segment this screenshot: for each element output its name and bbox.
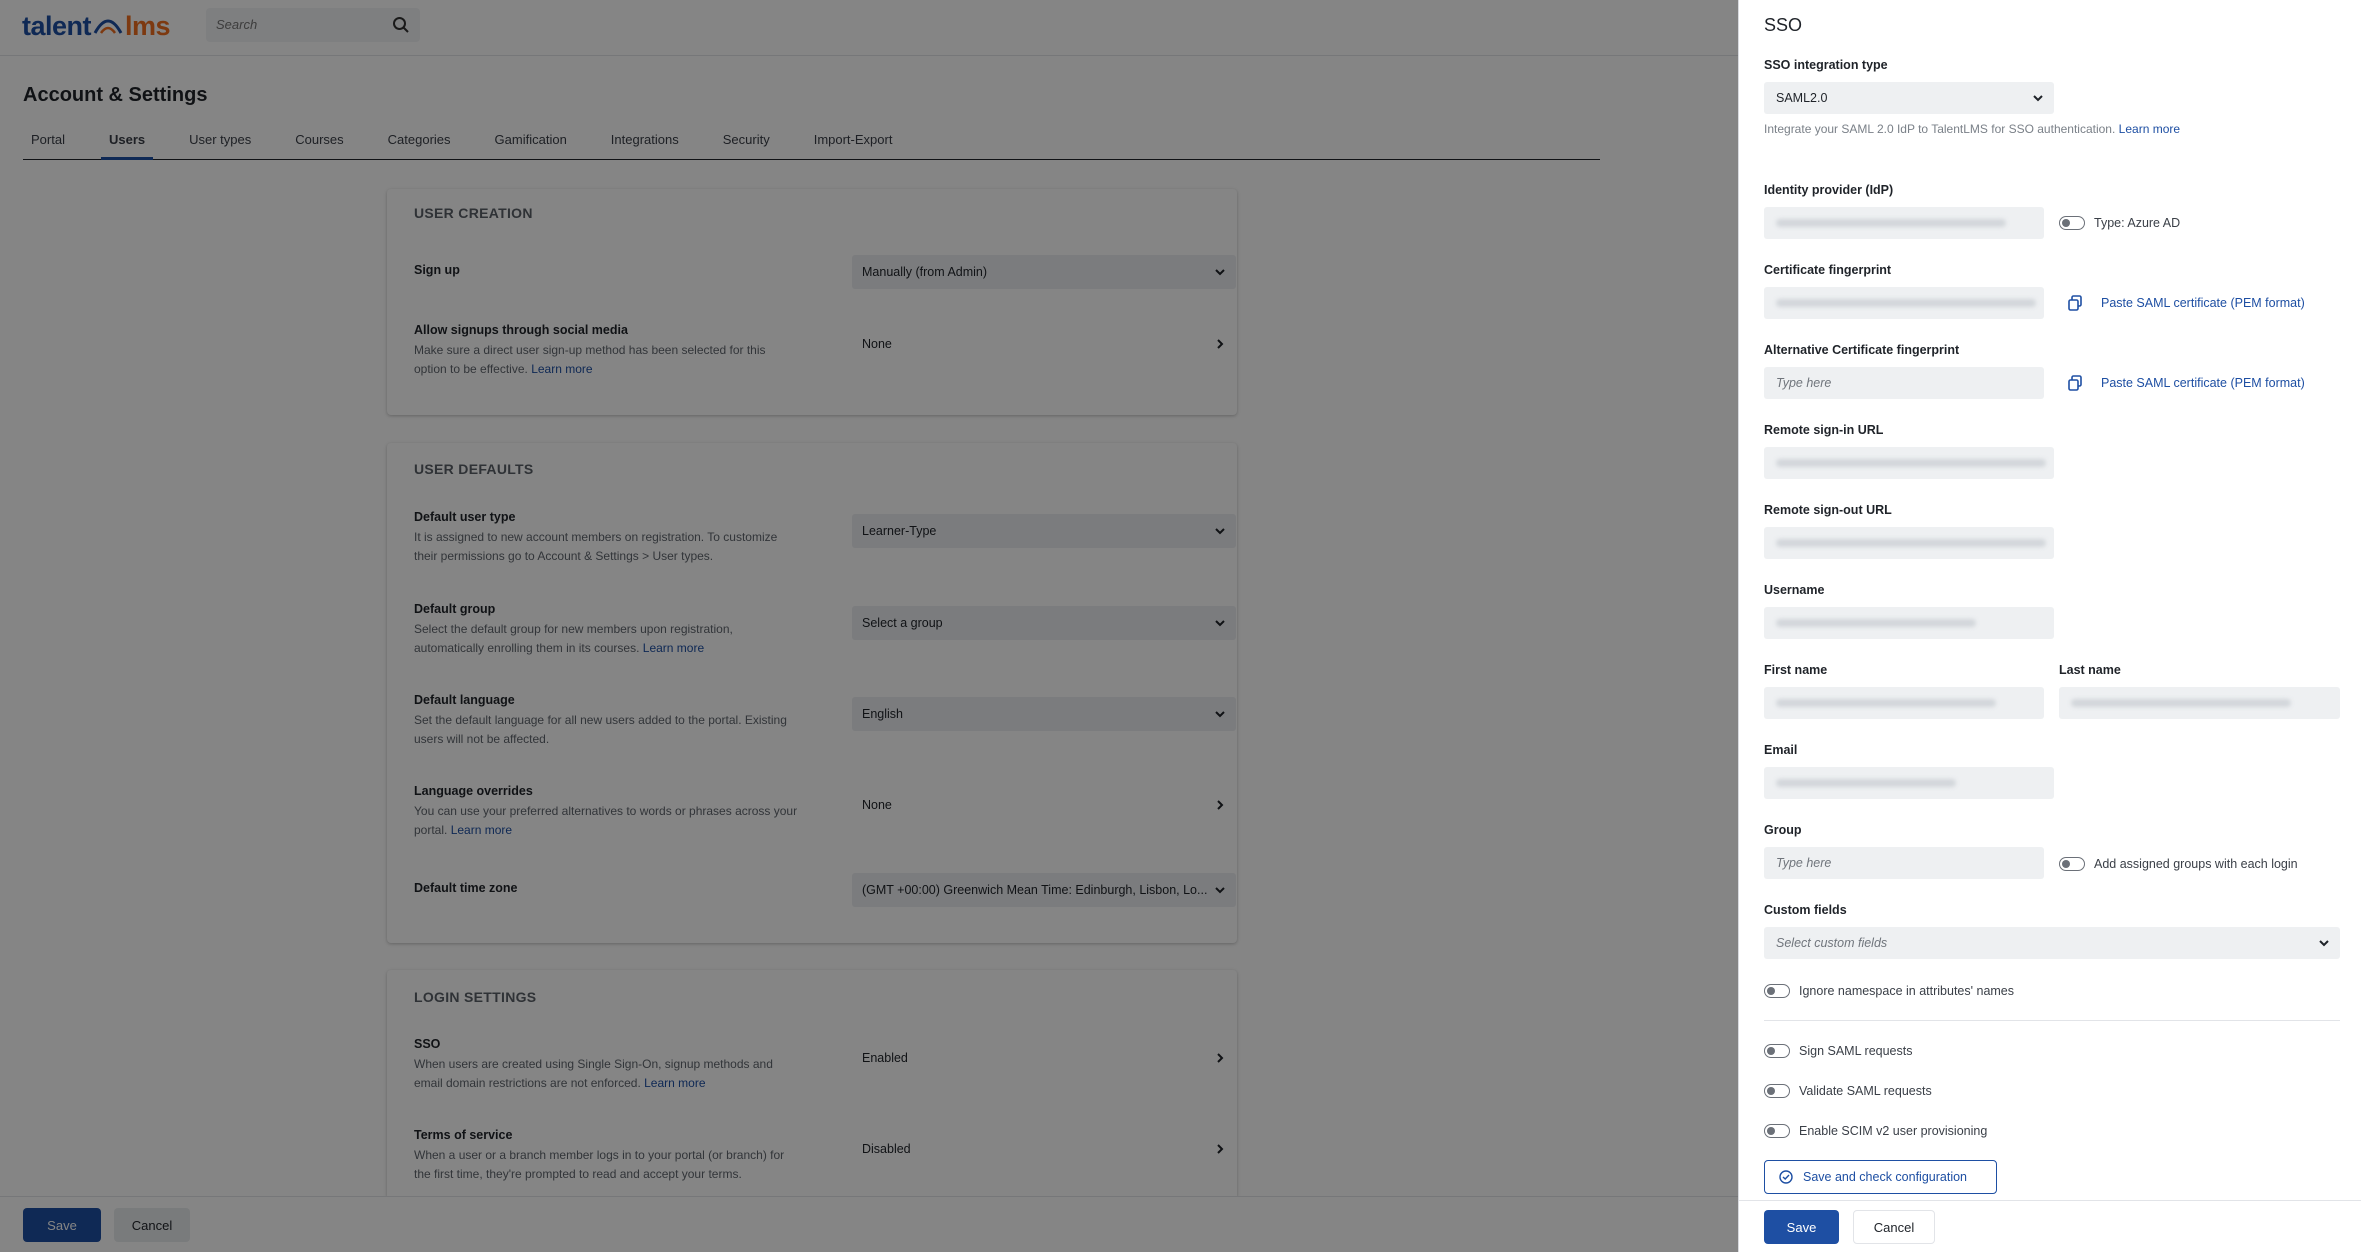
sign-saml-toggle[interactable] [1764, 1044, 1790, 1058]
ignore-namespace-toggle[interactable] [1764, 984, 1790, 998]
assigned-groups-toggle-label: Add assigned groups with each login [2094, 857, 2298, 871]
sso-drawer: SSO SSO integration type SAML2.0 Integra… [1738, 0, 2361, 1252]
chevron-down-icon [2033, 95, 2043, 102]
signout-url-label: Remote sign-out URL [1764, 503, 1892, 517]
lastname-label: Last name [2059, 663, 2121, 677]
signin-url-input[interactable] [1764, 447, 2054, 479]
paste-certificate-link[interactable]: Paste SAML certificate (PEM format) [2101, 296, 2305, 310]
group-label: Group [1764, 823, 1802, 837]
idp-input[interactable] [1764, 207, 2044, 239]
modal-backdrop[interactable] [0, 0, 1738, 1252]
idp-label: Identity provider (IdP) [1764, 183, 1894, 197]
paste-icon[interactable] [2067, 295, 2083, 311]
group-input[interactable]: Type here [1764, 847, 2044, 879]
certificate-input[interactable] [1764, 287, 2044, 319]
redacted-value [1776, 539, 2046, 547]
redacted-value [1776, 219, 2006, 227]
scim-toggle[interactable] [1764, 1124, 1790, 1138]
firstname-input[interactable] [1764, 687, 2044, 719]
drawer-save-button[interactable]: Save [1764, 1210, 1839, 1244]
drawer-cancel-button[interactable]: Cancel [1853, 1210, 1935, 1244]
redacted-value [2071, 699, 2291, 707]
azure-ad-toggle[interactable] [2059, 216, 2085, 230]
learn-more-link[interactable]: Learn more [2119, 122, 2180, 136]
firstname-label: First name [1764, 663, 1828, 677]
redacted-value [1776, 299, 2036, 307]
lastname-input[interactable] [2059, 687, 2340, 719]
scim-label: Enable SCIM v2 user provisioning [1799, 1124, 1988, 1138]
signin-url-label: Remote sign-in URL [1764, 423, 1884, 437]
save-and-check-button[interactable]: Save and check configuration [1764, 1160, 1997, 1194]
drawer-title: SSO [1764, 15, 1803, 35]
redacted-value [1776, 699, 1996, 707]
sign-saml-label: Sign SAML requests [1799, 1044, 1913, 1058]
save-and-check-label: Save and check configuration [1803, 1170, 1967, 1184]
username-label: Username [1764, 583, 1825, 597]
redacted-value [1776, 459, 2046, 467]
alt-certificate-label: Alternative Certificate fingerprint [1764, 343, 1960, 357]
azure-ad-toggle-label: Type: Azure AD [2094, 216, 2181, 230]
email-input[interactable] [1764, 767, 2054, 799]
paste-icon[interactable] [2067, 375, 2083, 391]
validate-saml-toggle[interactable] [1764, 1084, 1790, 1098]
email-label: Email [1764, 743, 1798, 757]
custom-fields-placeholder: Select custom fields [1776, 936, 1888, 950]
check-circle-icon [1779, 1170, 1793, 1184]
custom-fields-label: Custom fields [1764, 903, 1847, 917]
certificate-label: Certificate fingerprint [1764, 263, 1892, 277]
redacted-value [1776, 779, 1956, 787]
validate-saml-label: Validate SAML requests [1799, 1084, 1932, 1098]
integration-type-value: SAML2.0 [1776, 91, 1828, 105]
integration-type-label: SSO integration type [1764, 58, 1888, 72]
divider [1764, 1020, 2340, 1021]
signout-url-input[interactable] [1764, 527, 2054, 559]
drawer-footer: Save Cancel [1739, 1200, 2361, 1252]
alt-certificate-input[interactable]: Type here [1764, 367, 2044, 399]
custom-fields-select[interactable]: Select custom fields [1764, 927, 2340, 959]
ignore-namespace-label: Ignore namespace in attributes' names [1799, 984, 2015, 998]
chevron-down-icon [2319, 940, 2329, 947]
redacted-value [1776, 619, 1976, 627]
assigned-groups-toggle[interactable] [2059, 857, 2085, 871]
integration-type-select[interactable]: SAML2.0 [1764, 82, 2054, 114]
paste-alt-certificate-link[interactable]: Paste SAML certificate (PEM format) [2101, 376, 2305, 390]
integration-hint: Integrate your SAML 2.0 IdP to TalentLMS… [1764, 122, 2181, 136]
username-input[interactable] [1764, 607, 2054, 639]
